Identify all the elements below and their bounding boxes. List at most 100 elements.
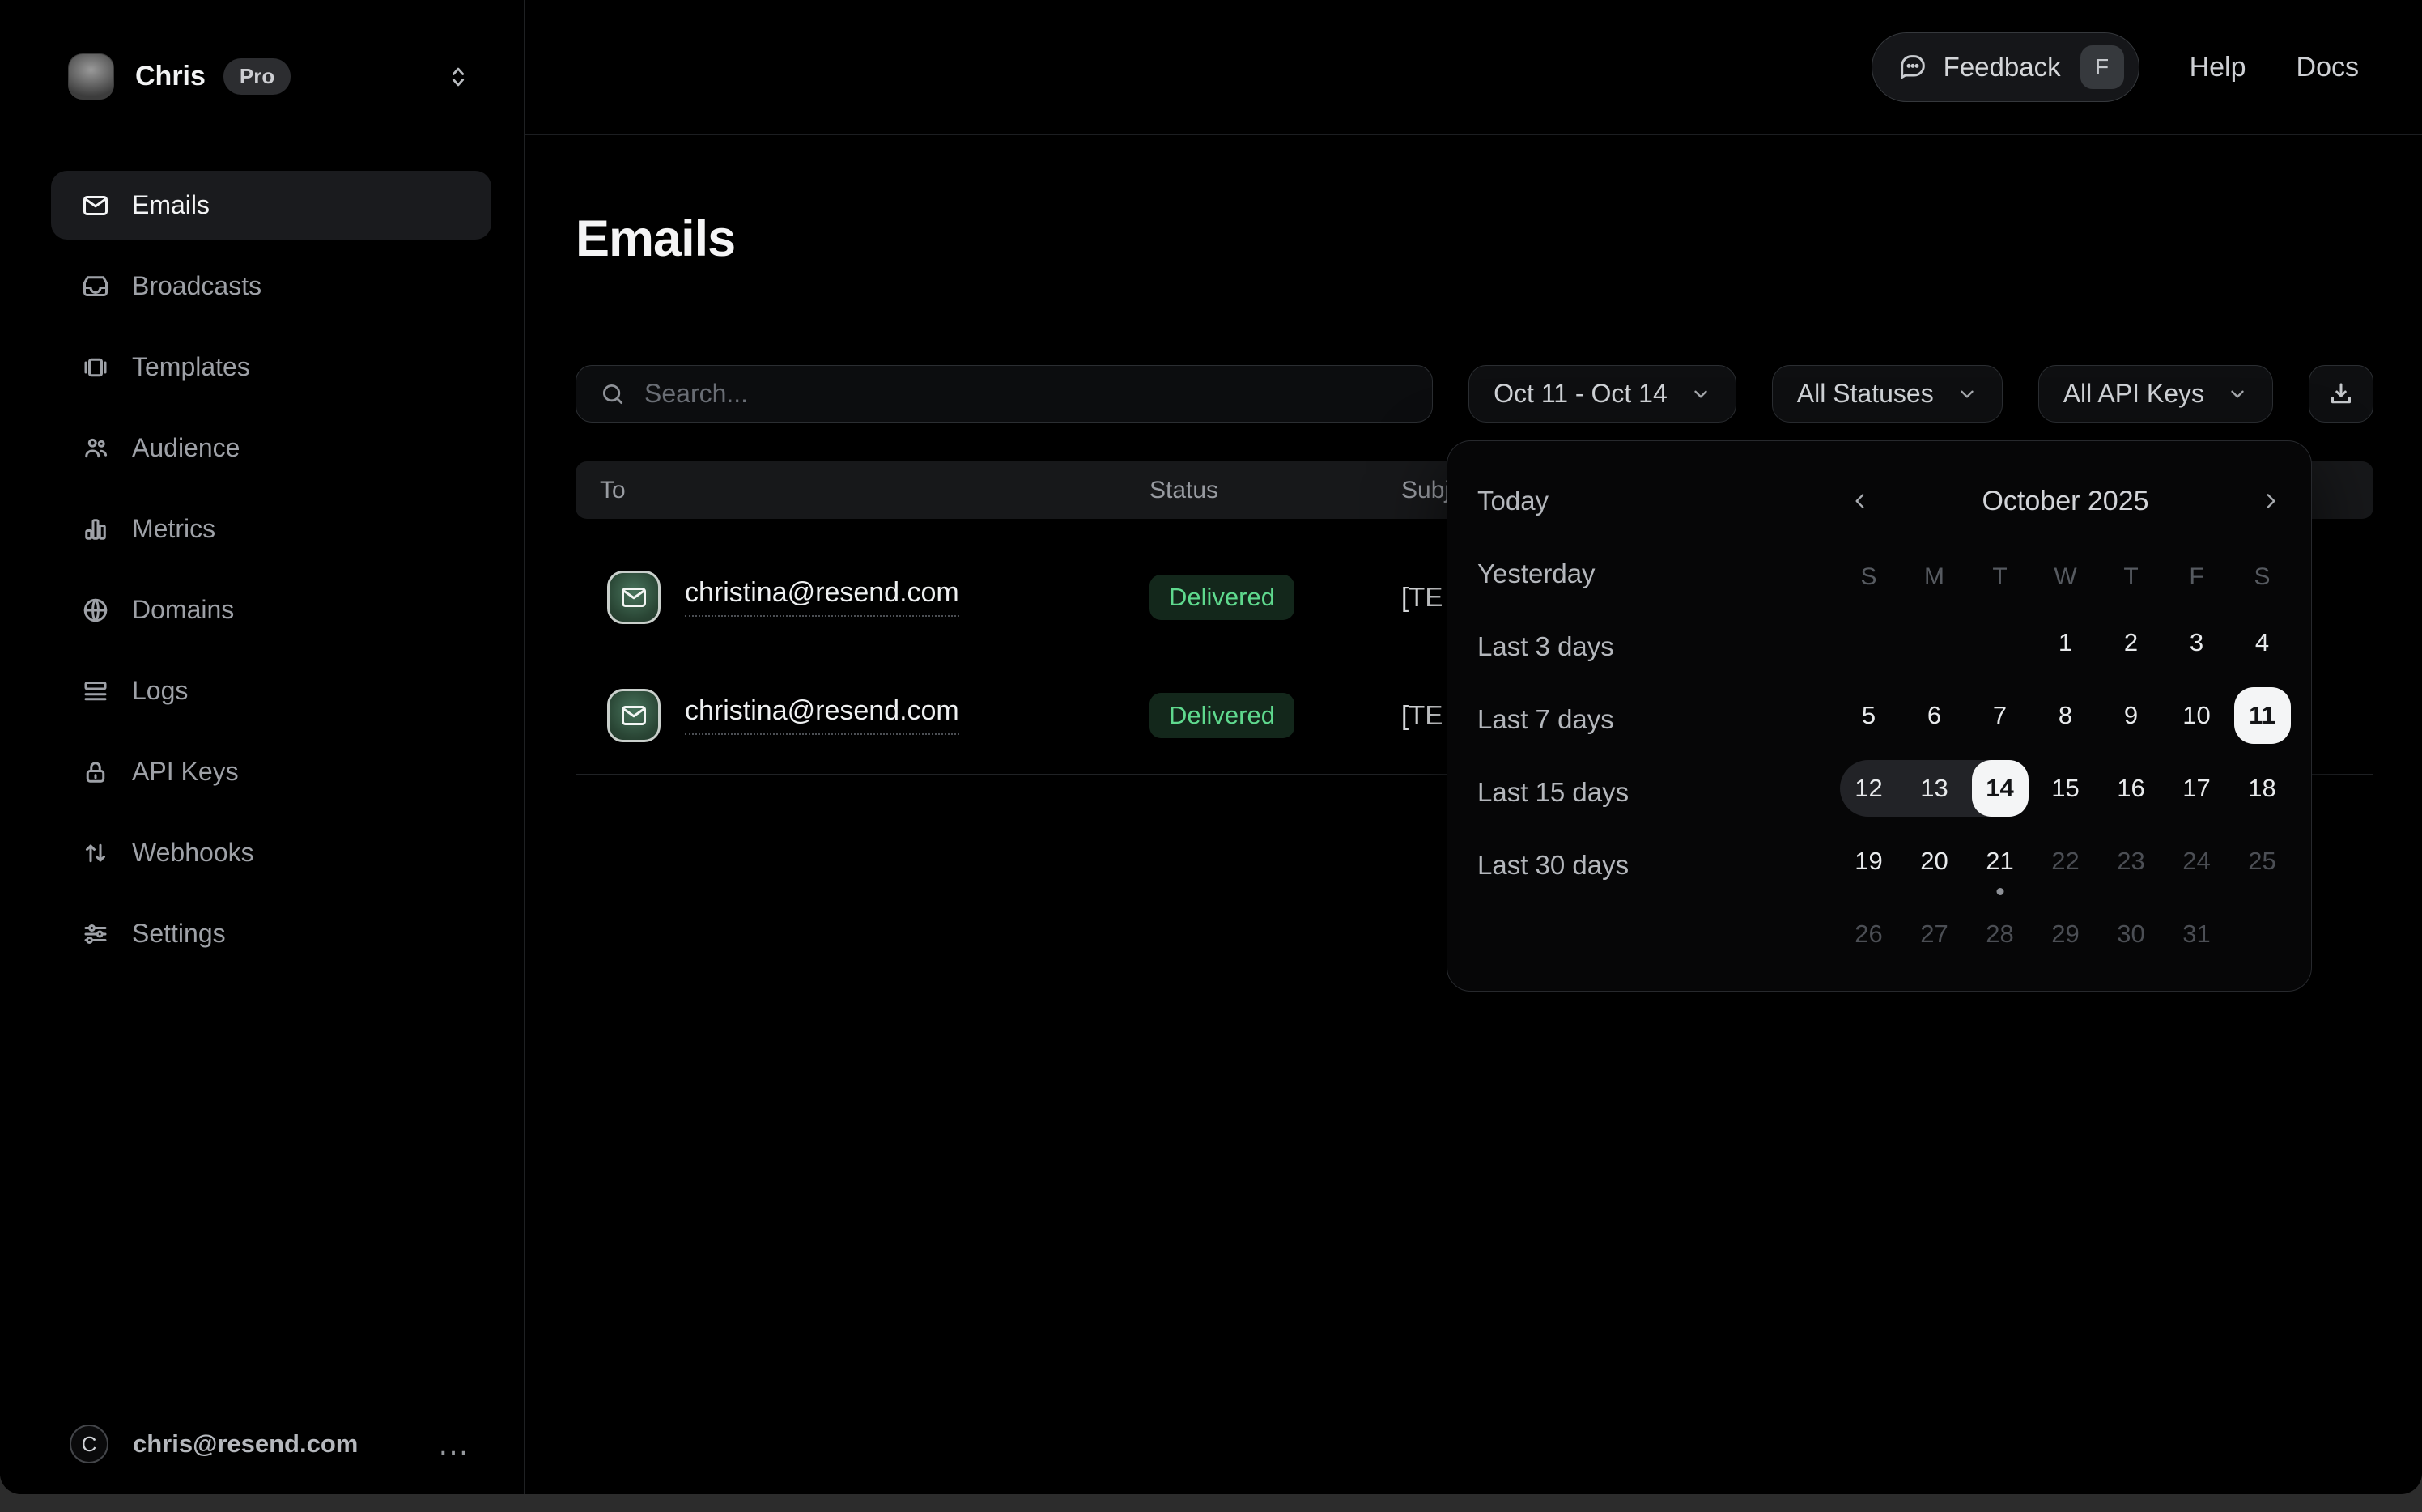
day-number[interactable]: 1: [2037, 614, 2094, 671]
calendar-day-5[interactable]: 5: [1836, 679, 1901, 752]
sidebar-item-broadcasts[interactable]: Broadcasts: [51, 252, 491, 321]
calendar-day-20[interactable]: 20: [1901, 825, 1967, 898]
calendar-day-17[interactable]: 17: [2164, 752, 2229, 825]
chevrons-up-down-icon[interactable]: [444, 63, 472, 91]
status-dropdown[interactable]: All Statuses: [1772, 365, 2003, 423]
datepicker-preset-last-7-days[interactable]: Last 7 days: [1477, 683, 1629, 756]
sidebar-item-audience[interactable]: Audience: [51, 414, 491, 482]
workspace-switcher[interactable]: Chris Pro: [68, 53, 472, 100]
day-number[interactable]: 2: [2103, 614, 2160, 671]
calendar-day-28[interactable]: 28: [1967, 898, 2033, 970]
recipient-email[interactable]: christina@resend.com: [685, 577, 959, 617]
calendar-day-27[interactable]: 27: [1901, 898, 1967, 970]
day-number[interactable]: 13: [1906, 760, 1963, 817]
account-avatar: C: [70, 1425, 108, 1463]
sidebar-item-metrics[interactable]: Metrics: [51, 495, 491, 563]
calendar-day-16[interactable]: 16: [2098, 752, 2164, 825]
day-number[interactable]: 11: [2234, 687, 2291, 744]
day-number[interactable]: 6: [1906, 687, 1963, 744]
sidebar-item-settings[interactable]: Settings: [51, 899, 491, 968]
day-number[interactable]: 3: [2169, 614, 2225, 671]
day-number[interactable]: 9: [2103, 687, 2160, 744]
sidebar-item-emails[interactable]: Emails: [51, 171, 491, 240]
day-number[interactable]: 5: [1841, 687, 1897, 744]
calendar-day-6[interactable]: 6: [1901, 679, 1967, 752]
calendar-day-8[interactable]: 8: [2033, 679, 2098, 752]
day-number[interactable]: 25: [2234, 833, 2291, 890]
sidebar-account[interactable]: C chris@resend.com …: [0, 1425, 524, 1463]
day-number[interactable]: 19: [1841, 833, 1897, 890]
calendar-day-22[interactable]: 22: [2033, 825, 2098, 898]
calendar-day-4[interactable]: 4: [2229, 606, 2295, 679]
day-number[interactable]: 7: [1972, 687, 2029, 744]
api-keys-dropdown[interactable]: All API Keys: [2038, 365, 2273, 423]
day-number[interactable]: 27: [1906, 906, 1963, 962]
calendar-day-14[interactable]: 14: [1967, 752, 2033, 825]
calendar-day-11[interactable]: 11: [2229, 679, 2295, 752]
prev-month-button[interactable]: [1836, 477, 1884, 525]
day-number[interactable]: 8: [2037, 687, 2094, 744]
export-button[interactable]: [2309, 365, 2373, 423]
calendar-day-7[interactable]: 7: [1967, 679, 2033, 752]
templates-icon: [81, 353, 110, 382]
day-number[interactable]: 23: [2103, 833, 2160, 890]
calendar-day-12[interactable]: 12: [1836, 752, 1901, 825]
calendar-day-3[interactable]: 3: [2164, 606, 2229, 679]
day-number[interactable]: 24: [2169, 833, 2225, 890]
arrows-up-down-icon: [81, 839, 110, 868]
recipient-email[interactable]: christina@resend.com: [685, 695, 959, 735]
day-number[interactable]: 29: [2037, 906, 2094, 962]
search-box[interactable]: [576, 365, 1433, 423]
day-number[interactable]: 26: [1841, 906, 1897, 962]
account-menu-icon[interactable]: …: [437, 1436, 472, 1452]
day-number[interactable]: 15: [2037, 760, 2094, 817]
datepicker-preset-last-30-days[interactable]: Last 30 days: [1477, 829, 1629, 902]
sidebar-item-logs[interactable]: Logs: [51, 656, 491, 725]
sidebar-item-api-keys[interactable]: API Keys: [51, 737, 491, 806]
calendar-day-10[interactable]: 10: [2164, 679, 2229, 752]
calendar-day-29[interactable]: 29: [2033, 898, 2098, 970]
day-number[interactable]: 16: [2103, 760, 2160, 817]
help-link[interactable]: Help: [2190, 52, 2246, 83]
day-number[interactable]: 18: [2234, 760, 2291, 817]
calendar-day-13[interactable]: 13: [1901, 752, 1967, 825]
day-number[interactable]: 30: [2103, 906, 2160, 962]
calendar-day-24[interactable]: 24: [2164, 825, 2229, 898]
day-number[interactable]: 21: [1972, 833, 2029, 890]
calendar-day-2[interactable]: 2: [2098, 606, 2164, 679]
day-number[interactable]: 12: [1841, 760, 1897, 817]
day-number[interactable]: 22: [2037, 833, 2094, 890]
feedback-button[interactable]: Feedback F: [1872, 32, 2139, 102]
sidebar-item-templates[interactable]: Templates: [51, 333, 491, 401]
day-number[interactable]: 10: [2169, 687, 2225, 744]
search-input[interactable]: [644, 379, 1409, 409]
day-number[interactable]: 28: [1972, 906, 2029, 962]
sidebar-item-domains[interactable]: Domains: [51, 575, 491, 644]
docs-link[interactable]: Docs: [2297, 52, 2359, 83]
next-month-button[interactable]: [2246, 477, 2295, 525]
sidebar-item-webhooks[interactable]: Webhooks: [51, 818, 491, 887]
datepicker-preset-today[interactable]: Today: [1477, 465, 1629, 537]
calendar-day-21[interactable]: 21: [1967, 825, 2033, 898]
day-number[interactable]: 20: [1906, 833, 1963, 890]
datepicker-preset-last-15-days[interactable]: Last 15 days: [1477, 756, 1629, 829]
calendar-day-18[interactable]: 18: [2229, 752, 2295, 825]
calendar-day-26[interactable]: 26: [1836, 898, 1901, 970]
date-range-dropdown[interactable]: Oct 11 - Oct 14: [1468, 365, 1736, 423]
calendar-day-1[interactable]: 1: [2033, 606, 2098, 679]
day-of-week-label: T: [1967, 548, 2033, 606]
calendar-day-23[interactable]: 23: [2098, 825, 2164, 898]
calendar-day-25[interactable]: 25: [2229, 825, 2295, 898]
day-number[interactable]: 4: [2234, 614, 2291, 671]
day-number[interactable]: 17: [2169, 760, 2225, 817]
calendar-day-30[interactable]: 30: [2098, 898, 2164, 970]
datepicker-preset-last-3-days[interactable]: Last 3 days: [1477, 610, 1629, 683]
day-number[interactable]: 14: [1972, 760, 2029, 817]
datepicker-preset-yesterday[interactable]: Yesterday: [1477, 537, 1629, 610]
calendar-body: SMTWTFS 12345678910111213141516171819202…: [1836, 548, 2295, 970]
calendar-day-31[interactable]: 31: [2164, 898, 2229, 970]
calendar-day-15[interactable]: 15: [2033, 752, 2098, 825]
calendar-day-9[interactable]: 9: [2098, 679, 2164, 752]
day-number[interactable]: 31: [2169, 906, 2225, 962]
calendar-day-19[interactable]: 19: [1836, 825, 1901, 898]
